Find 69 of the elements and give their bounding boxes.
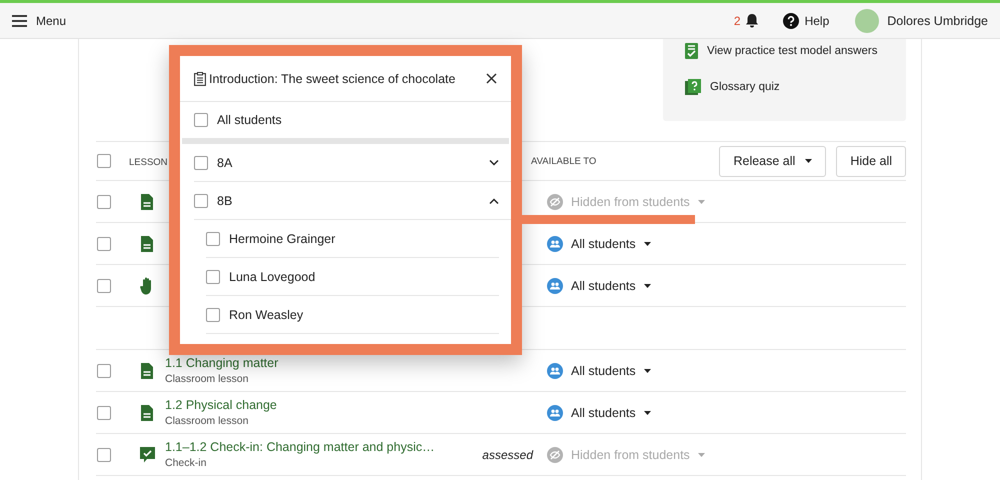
dropdown-button[interactable]: Release all xyxy=(719,146,826,176)
column-header: AVAILABLE TO xyxy=(531,156,596,166)
group-icon xyxy=(547,404,563,420)
close-icon[interactable] xyxy=(486,73,497,84)
group-icon xyxy=(547,278,563,294)
checkbox[interactable] xyxy=(97,278,111,292)
lesson-link[interactable]: 1.1 Changing matter xyxy=(165,356,461,370)
class-option[interactable]: 8A xyxy=(217,156,480,170)
resource-link[interactable]: Glossary quiz xyxy=(710,81,780,93)
group-icon xyxy=(547,362,563,378)
chevron-up-icon[interactable] xyxy=(489,198,499,204)
checkbox[interactable] xyxy=(206,232,220,246)
check-in-icon xyxy=(140,446,154,462)
resource-link[interactable]: View practice test model answers xyxy=(707,45,878,57)
help-icon[interactable] xyxy=(782,12,799,28)
action-button[interactable]: Hide all xyxy=(836,146,906,176)
lesson-type: Classroom lesson xyxy=(165,415,250,427)
menu-label[interactable]: Menu xyxy=(36,14,66,28)
all-students-option[interactable]: All students xyxy=(217,113,282,127)
clipboard-icon xyxy=(194,72,206,86)
checkbox[interactable] xyxy=(206,270,220,284)
bell-icon[interactable] xyxy=(744,13,759,28)
caret-icon xyxy=(644,368,651,372)
popup-title: Introduction: The sweet science of chocolate xyxy=(209,72,456,86)
document-icon xyxy=(141,404,153,420)
chevron-down-icon[interactable] xyxy=(489,160,499,166)
caret-icon xyxy=(644,242,651,246)
checkbox[interactable] xyxy=(97,236,111,250)
caret-icon xyxy=(644,284,651,288)
quiz-icon xyxy=(685,79,701,95)
checkbox[interactable] xyxy=(97,364,111,378)
caret-icon xyxy=(698,452,705,456)
availability-dropdown[interactable]: All students xyxy=(547,278,651,294)
document-icon xyxy=(141,362,153,378)
lesson-type: Check-in xyxy=(165,457,208,469)
class-option[interactable]: 8B xyxy=(217,194,480,208)
student-option[interactable]: Luna Lovegood xyxy=(229,270,316,284)
group-icon xyxy=(547,236,563,252)
student-option[interactable]: Hermoine Grainger xyxy=(229,232,336,246)
document-icon xyxy=(141,194,153,210)
caret-icon xyxy=(644,410,651,414)
availability-dropdown[interactable]: All students xyxy=(547,404,651,420)
lesson-type: Classroom lesson xyxy=(165,373,250,385)
column-header: LESSON xyxy=(129,157,168,168)
checkbox[interactable] xyxy=(194,194,208,208)
caret-icon xyxy=(805,159,812,163)
checkbox[interactable] xyxy=(97,154,111,168)
hidden-icon xyxy=(547,446,563,462)
menu-icon[interactable] xyxy=(12,14,27,26)
checkbox[interactable] xyxy=(97,406,111,420)
user-name[interactable]: Dolores Umbridge xyxy=(887,14,988,28)
lesson-link[interactable]: 1.1–1.2 Check-in: Changing matter and physic… xyxy=(165,440,461,454)
availability-dropdown[interactable]: All students xyxy=(547,362,651,378)
lesson-link[interactable]: 1.2 Physical change xyxy=(165,398,461,412)
checkbox[interactable] xyxy=(194,156,208,170)
checklist-icon xyxy=(685,43,698,59)
help-link[interactable]: Help xyxy=(804,14,830,28)
availability-dropdown[interactable]: All students xyxy=(547,236,651,252)
document-icon xyxy=(141,236,153,252)
student-option[interactable]: Ron Weasley xyxy=(229,308,304,322)
notification-count: 2 xyxy=(734,14,741,28)
checkbox[interactable] xyxy=(97,194,111,208)
assessed-label: assessed xyxy=(482,448,533,462)
caret-icon xyxy=(698,200,705,204)
avatar-icon[interactable] xyxy=(855,8,880,32)
checkbox[interactable] xyxy=(206,308,220,322)
checkbox[interactable] xyxy=(194,113,208,127)
hidden-icon xyxy=(547,194,563,210)
checkbox[interactable] xyxy=(97,448,111,462)
